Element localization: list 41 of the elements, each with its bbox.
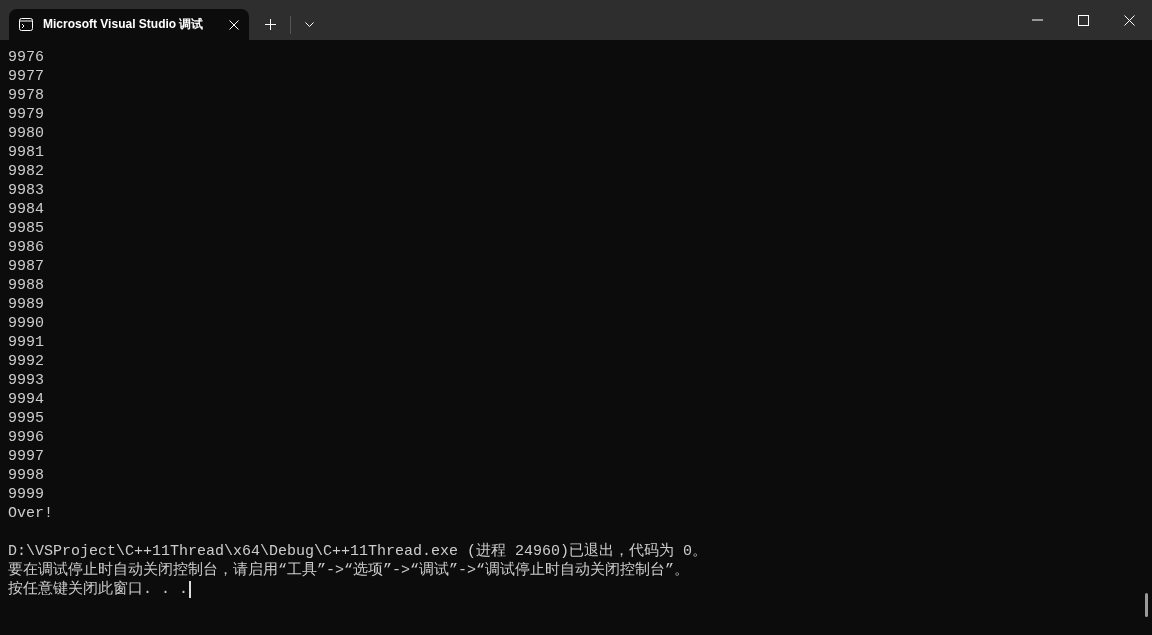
output-line: 按任意键关闭此窗口. . .: [8, 580, 188, 599]
output-line: 9999: [8, 485, 45, 504]
output-line: 9994: [8, 390, 45, 409]
output-line: 9985: [8, 219, 45, 238]
output-line: 9983: [8, 181, 45, 200]
minimize-icon: [1031, 19, 1043, 21]
output-line: 9988: [8, 276, 45, 295]
maximize-icon: [1077, 14, 1089, 26]
output-line: 9987: [8, 257, 45, 276]
chevron-down-icon: [305, 22, 314, 27]
output-line: 9989: [8, 295, 45, 314]
console-icon: [19, 18, 33, 31]
output-line: D:\VSProject\C++11Thread\x64\Debug\C++11Thread.exe (进程 24960)已退出，代码为 0。: [8, 542, 708, 561]
output-line: 9976: [8, 48, 45, 67]
output-line: 9995: [8, 409, 45, 428]
output-line: 9998: [8, 466, 45, 485]
console-tab[interactable]: Microsoft Visual Studio 调试: [9, 9, 249, 40]
output-line: 9984: [8, 200, 45, 219]
output-line: 9980: [8, 124, 45, 143]
close-tab-button[interactable]: [229, 19, 239, 30]
output-line: 9993: [8, 371, 45, 390]
tab-title: Microsoft Visual Studio 调试: [43, 16, 205, 33]
new-tab-button[interactable]: [265, 19, 276, 30]
close-icon: [229, 19, 239, 30]
output-line: 9990: [8, 314, 45, 333]
output-line: 9997: [8, 447, 45, 466]
output-line: 9979: [8, 105, 45, 124]
output-line: 9982: [8, 162, 45, 181]
plus-icon: [265, 19, 276, 30]
output-line: 9977: [8, 67, 45, 86]
output-line: 要在调试停止时自动关闭控制台，请启用“工具”->“选项”->“调试”->“调试停止时自动关闭控制台”。: [8, 561, 691, 580]
close-icon: [1123, 14, 1135, 26]
dropdown-button[interactable]: [305, 22, 314, 27]
output-line: Over!: [8, 504, 54, 523]
output-line: 9986: [8, 238, 45, 257]
scrollbar-thumb[interactable]: [1145, 593, 1148, 617]
output-line: 9981: [8, 143, 45, 162]
output-line: 9992: [8, 352, 45, 371]
output-line: 9978: [8, 86, 45, 105]
output-line: 9991: [8, 333, 45, 352]
output-line: 9996: [8, 428, 45, 447]
